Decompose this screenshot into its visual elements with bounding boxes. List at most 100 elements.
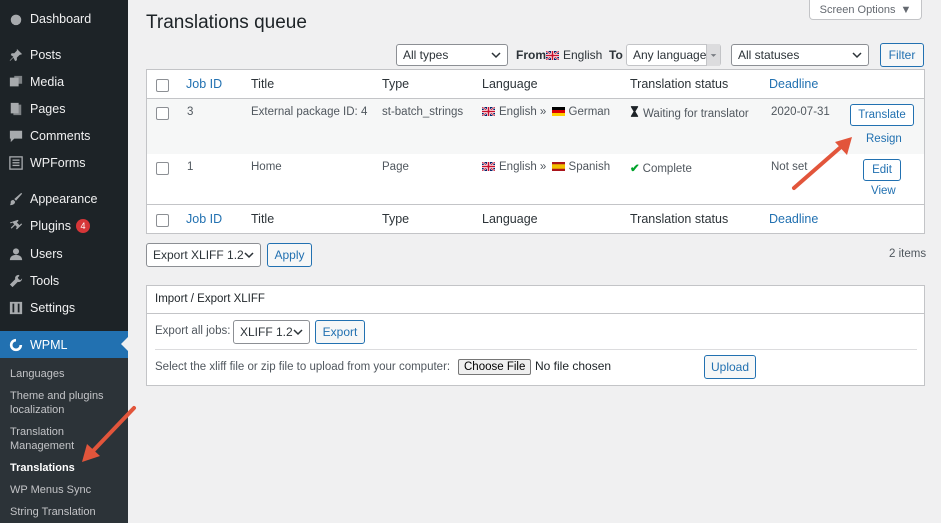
uk-flag-icon [482, 162, 495, 171]
from-language: English [546, 48, 602, 62]
column-footer-deadline[interactable]: Deadline [769, 212, 818, 226]
sidebar-item-label: Pages [30, 101, 66, 116]
sidebar-item-plugins[interactable]: Plugins 4 [0, 212, 128, 239]
column-header-job-id[interactable]: Job ID [186, 77, 222, 91]
page-title: Translations queue [146, 12, 307, 33]
select-all-checkbox[interactable] [156, 79, 169, 92]
job-type: Page [382, 161, 409, 173]
chevron-down-icon [706, 44, 720, 66]
submenu-item-languages[interactable]: Languages [10, 367, 122, 381]
column-footer-language: Language [482, 212, 538, 226]
annotation-arrow-icon [82, 406, 136, 462]
sidebar-item-settings[interactable]: Settings [0, 294, 128, 321]
wrench-icon [8, 273, 24, 289]
export-button[interactable]: Export [315, 320, 365, 344]
sidebar-item-label: WPML [30, 337, 68, 352]
job-language: English » Spanish [482, 161, 610, 173]
chevron-down-icon [293, 326, 303, 338]
column-footer-type: Type [382, 212, 410, 226]
select-value: Export XLIFF 1.2 [153, 248, 244, 262]
sidebar-item-wpforms[interactable]: WPForms [0, 149, 128, 176]
select-all-checkbox[interactable] [156, 214, 169, 227]
xliff-import-export-panel: Import / Export XLIFF Export all jobs: X… [146, 285, 925, 386]
target-language: German [568, 106, 611, 118]
divider [155, 349, 917, 350]
sidebar-item-users[interactable]: Users [0, 240, 128, 267]
screen-options-label: Screen Options [819, 3, 896, 16]
pages-icon [8, 101, 24, 117]
filter-button[interactable]: Filter [880, 43, 924, 67]
select-value: All types [403, 48, 449, 62]
chevron-down-icon [852, 49, 862, 61]
media-icon [8, 74, 24, 90]
uk-flag-icon [546, 51, 559, 60]
brush-icon [8, 191, 24, 207]
job-title: Home [251, 161, 282, 173]
apply-button[interactable]: Apply [267, 243, 312, 267]
language-separator: » [539, 106, 547, 118]
uk-flag-icon [482, 107, 495, 116]
upload-label: Select the xliff file or zip file to upl… [155, 361, 451, 373]
no-file-chosen-text: No file chosen [535, 359, 612, 373]
sidebar-item-comments[interactable]: Comments [0, 122, 128, 149]
sidebar-item-label: Media [30, 74, 65, 89]
plugins-update-badge: 4 [76, 218, 90, 233]
sidebar-item-media[interactable]: Media [0, 68, 128, 95]
target-language: Spanish [568, 161, 611, 173]
status-text: Waiting for translator [643, 108, 749, 120]
to-language-select[interactable]: Any language [626, 44, 721, 66]
from-language-label: English [563, 48, 603, 62]
sidebar-item-label: Posts [30, 47, 62, 62]
dashboard-icon [8, 11, 24, 27]
column-header-translation-status: Translation status [630, 77, 729, 91]
type-filter-select[interactable]: All types [396, 44, 508, 66]
sidebar-item-appearance[interactable]: Appearance [0, 185, 128, 212]
submenu-item-wp-menus-sync[interactable]: WP Menus Sync [10, 483, 122, 497]
sidebar-item-wpml[interactable]: WPML [0, 331, 128, 358]
select-value: Any language [633, 48, 707, 62]
table-footer-row: Job ID Title Type Language Translation s… [147, 204, 924, 233]
sidebar-item-label: Plugins [30, 218, 71, 233]
job-id: 3 [187, 106, 194, 118]
annotation-arrow-icon [792, 137, 852, 190]
choose-file-button[interactable]: Choose File [458, 359, 532, 375]
settings-icon [8, 300, 24, 316]
row-checkbox[interactable] [156, 107, 169, 120]
sidebar-item-posts[interactable]: Posts [0, 41, 128, 68]
comment-icon [8, 128, 24, 144]
sidebar-item-dashboard[interactable]: Dashboard [0, 5, 128, 32]
screen-options-button[interactable]: Screen Options ▼ [809, 0, 922, 20]
sidebar-item-pages[interactable]: Pages [0, 95, 128, 122]
export-format-select[interactable]: XLIFF 1.2 [233, 320, 310, 344]
sidebar-item-label: Tools [30, 273, 60, 288]
column-footer-job-id[interactable]: Job ID [186, 212, 222, 226]
plugin-icon [8, 218, 24, 234]
checkmark-icon: ✔ [630, 163, 640, 175]
job-status: Waiting for translator [630, 106, 749, 120]
hourglass-icon [630, 106, 640, 120]
sidebar-item-label: Appearance [30, 191, 98, 206]
to-label: To [609, 48, 623, 62]
sidebar-item-label: WPForms [30, 155, 86, 170]
pin-icon [8, 47, 24, 63]
job-id: 1 [187, 161, 194, 173]
bulk-export-select[interactable]: Export XLIFF 1.2 [146, 243, 261, 267]
source-language: English [499, 161, 537, 173]
job-status: ✔ Complete [630, 161, 692, 175]
language-separator: » [539, 161, 547, 173]
job-deadline: 2020-07-31 [771, 106, 830, 118]
spain-flag-icon [551, 162, 565, 171]
column-header-deadline[interactable]: Deadline [769, 77, 818, 91]
sidebar-item-tools[interactable]: Tools [0, 267, 128, 294]
panel-header: Import / Export XLIFF [147, 286, 924, 314]
table-header-row: Job ID Title Type Language Translation s… [147, 70, 924, 99]
status-filter-select[interactable]: All statuses [731, 44, 869, 66]
row-checkbox[interactable] [156, 162, 169, 175]
sidebar-item-label: Comments [30, 128, 91, 143]
sidebar-item-label: Dashboard [30, 11, 92, 26]
upload-button[interactable]: Upload [704, 355, 756, 379]
job-title: External package ID: 4 [251, 106, 368, 118]
germany-flag-icon [551, 107, 565, 116]
job-language: English » German [482, 106, 610, 118]
submenu-item-string-translation[interactable]: String Translation [10, 505, 122, 519]
